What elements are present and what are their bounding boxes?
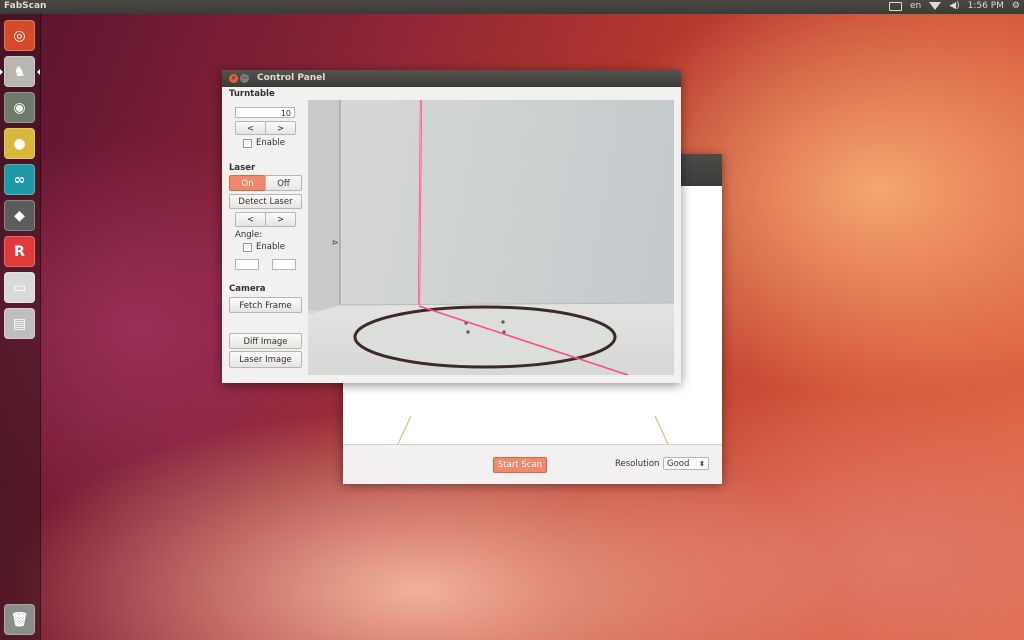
laser-prev-button[interactable]: < — [235, 212, 266, 227]
laser-next-button[interactable]: > — [265, 212, 296, 227]
sphere-app-icon[interactable]: ● — [4, 128, 35, 159]
keyboard-icon[interactable] — [888, 1, 902, 11]
turntable-steps-field[interactable]: 10 — [235, 107, 295, 118]
checkbox-label: Enable — [256, 138, 285, 148]
launcher-glyph: R — [14, 243, 25, 260]
turntable-next-button[interactable]: > — [265, 121, 296, 135]
repetier-app-icon[interactable]: R — [4, 236, 35, 267]
resolution-select[interactable]: Good ⬍ — [663, 457, 709, 470]
laser-heading: Laser — [229, 163, 256, 173]
control-panel-window: × − Control Panel Turntable 10 < > Enabl… — [222, 70, 681, 383]
minimize-icon[interactable]: − — [240, 74, 249, 83]
checkbox-box[interactable] — [243, 138, 252, 148]
turntable-enable-checkbox[interactable]: Enable — [243, 138, 285, 148]
left-wall — [308, 100, 340, 310]
angle-label: Angle: — [235, 230, 263, 240]
launcher-glyph: ∞ — [13, 171, 26, 188]
checkbox-box[interactable] — [243, 242, 252, 252]
disc-mark — [466, 330, 470, 334]
launcher-glyph: ◎ — [13, 27, 26, 44]
start-scan-button[interactable]: Start Scan — [493, 457, 547, 473]
viewport-guide-right — [654, 415, 669, 444]
active-indicator — [0, 69, 3, 75]
gear-icon[interactable]: ⚙ — [1012, 1, 1020, 11]
ubuntu-dash-icon[interactable]: ◎ — [4, 20, 35, 51]
chevron-updown-icon: ⬍ — [699, 460, 705, 468]
resolution-label: Resolution — [615, 459, 660, 469]
window-titlebar[interactable]: × − Control Panel — [222, 70, 681, 87]
laser-enable-checkbox[interactable]: Enable — [243, 242, 285, 252]
fetch-frame-button[interactable]: Fetch Frame — [229, 297, 302, 313]
system-tray: en ◀) 1:56 PM ⚙ — [888, 1, 1020, 11]
laser-off-button[interactable]: Off — [265, 175, 302, 191]
resolution-value: Good — [667, 459, 690, 469]
launcher-glyph: ◉ — [13, 99, 26, 116]
laser-on-button[interactable]: On — [229, 175, 266, 191]
viewport-guide-left — [397, 415, 412, 444]
keyboard-layout[interactable]: en — [910, 1, 921, 11]
diff-image-button[interactable]: Diff Image — [229, 333, 302, 349]
save-disk-icon[interactable]: ▤ — [4, 308, 35, 339]
detect-laser-button[interactable]: Detect Laser — [229, 194, 302, 209]
angle-field-2[interactable] — [272, 259, 296, 270]
launcher-glyph: ● — [13, 135, 26, 152]
camera-heading: Camera — [229, 284, 266, 294]
angle-field-1[interactable] — [235, 259, 259, 270]
checkbox-label: Enable — [256, 242, 285, 252]
window-title: Control Panel — [257, 73, 326, 83]
clock[interactable]: 1:56 PM — [968, 1, 1004, 11]
camera-view: ⊳ — [308, 100, 674, 375]
close-icon[interactable]: × — [229, 74, 238, 83]
scan-toolbar: Start Scan Resolution Good ⬍ — [343, 444, 722, 484]
volume-icon[interactable]: ◀) — [949, 1, 959, 11]
fabscan-app-icon[interactable]: ♞ — [4, 56, 35, 87]
camera-frame: ⊳ — [308, 100, 674, 375]
disc-mark — [501, 320, 505, 324]
launcher-glyph: ♞ — [13, 63, 26, 80]
turntable-heading: Turntable — [229, 89, 275, 99]
launcher: ◎ ♞ ◉ ● ∞ ◆ R ▭ ▤ 🗑 — [0, 14, 41, 640]
printer-app-icon[interactable]: ◆ — [4, 200, 35, 231]
laser-image-button[interactable]: Laser Image — [229, 351, 302, 368]
eye-app-icon[interactable]: ◉ — [4, 92, 35, 123]
launcher-glyph: ◆ — [14, 207, 25, 224]
turntable-prev-button[interactable]: < — [235, 121, 266, 135]
drive-icon[interactable]: ▭ — [4, 272, 35, 303]
app-name: FabScan — [4, 1, 47, 11]
trash-icon[interactable]: 🗑 — [4, 604, 35, 635]
wifi-icon[interactable] — [929, 2, 942, 10]
wall-bracket: ⊳ — [332, 238, 339, 247]
focus-indicator — [37, 69, 40, 75]
launcher-glyph: ▭ — [12, 279, 27, 296]
arduino-icon[interactable]: ∞ — [4, 164, 35, 195]
launcher-glyph: ▤ — [12, 315, 27, 332]
top-panel: FabScan en ◀) 1:56 PM ⚙ — [0, 0, 1024, 14]
